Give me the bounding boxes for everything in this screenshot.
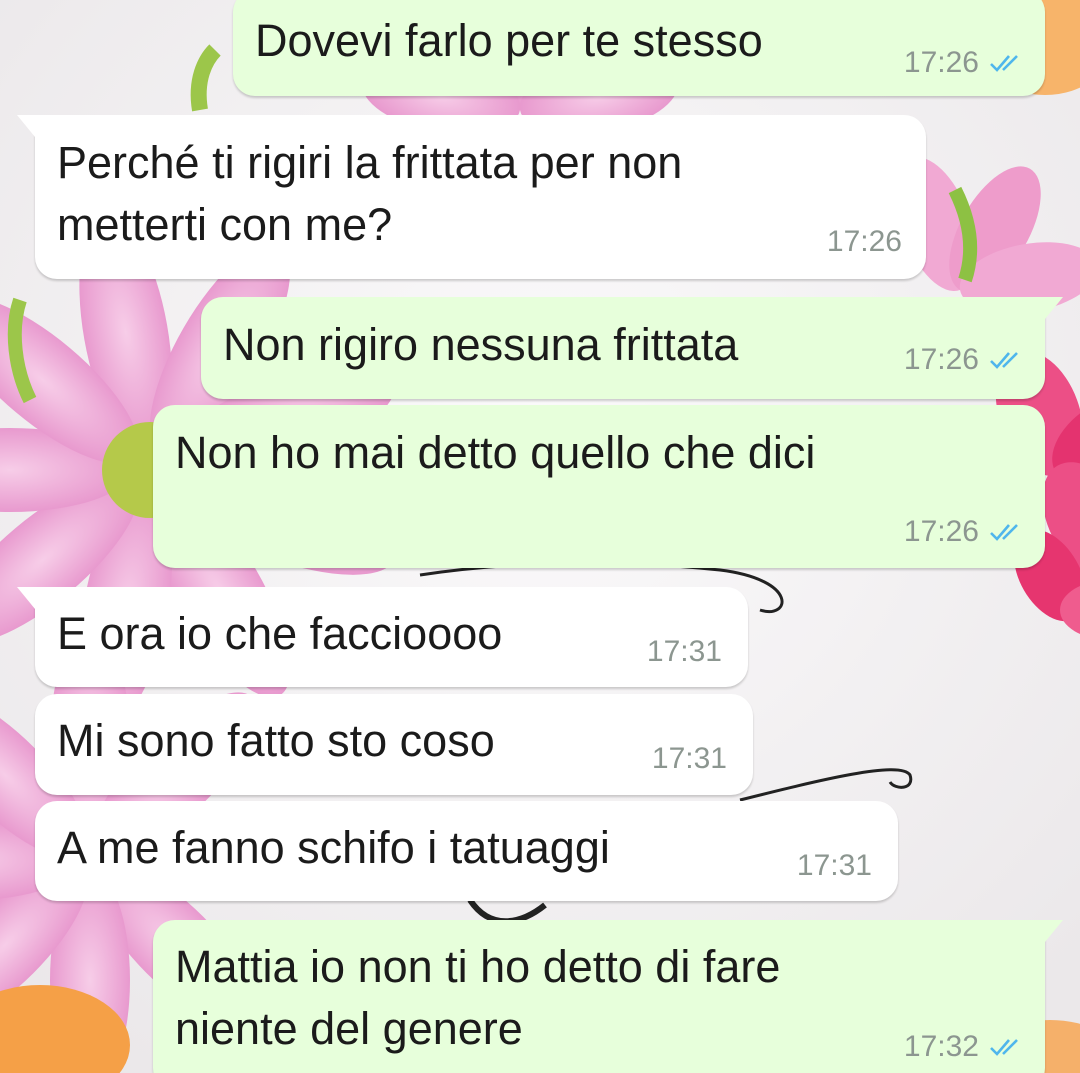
message-time: 17:26	[903, 343, 979, 376]
bubble-tail	[17, 587, 35, 609]
incoming-message-bubble[interactable]: A me fanno schifo i tatuaggi 17:31	[35, 801, 898, 901]
outgoing-message-bubble[interactable]: Non ho mai detto quello che dici 17:26	[153, 405, 1045, 568]
incoming-message-bubble[interactable]: E ora io che faccioooo 17:31	[17, 587, 748, 687]
message-text: Perché ti rigiri la frittata per non met…	[57, 137, 683, 250]
message-time: 17:31	[651, 742, 727, 775]
message-meta: 17:32	[904, 1030, 1025, 1064]
message-text: Non ho mai detto quello che dici	[175, 427, 816, 478]
message-text: E ora io che faccioooo	[57, 608, 503, 659]
incoming-message-bubble[interactable]: Mi sono fatto sto coso 17:31	[35, 694, 753, 795]
message-text: Non rigiro nessuna frittata	[223, 319, 739, 370]
message-time: 17:26	[903, 515, 979, 548]
message-meta: 17:31	[797, 849, 872, 883]
message-meta: 17:26	[904, 46, 1025, 80]
message-meta: 17:31	[647, 635, 722, 669]
message-time: 17:31	[646, 635, 722, 668]
double-check-read-icon	[990, 55, 1018, 72]
message-meta: 17:26	[827, 225, 902, 259]
message-text: Mi sono fatto sto coso	[57, 715, 495, 766]
message-text: Dovevi farlo per te stesso	[255, 15, 763, 66]
message-time: 17:32	[903, 1030, 979, 1063]
double-check-read-icon	[990, 352, 1018, 369]
incoming-message-bubble[interactable]: Perché ti rigiri la frittata per non met…	[17, 115, 926, 279]
outgoing-message-bubble[interactable]: Mattia io non ti ho detto di fare niente…	[153, 920, 1063, 1073]
double-check-read-icon	[990, 524, 1018, 541]
double-check-read-icon	[990, 1039, 1018, 1056]
chat-messages[interactable]: Dovevi farlo per te stesso 17:26 Perché …	[0, 0, 1080, 1073]
message-time: 17:31	[796, 849, 872, 882]
message-text: Mattia io non ti ho detto di fare niente…	[175, 941, 781, 1054]
message-text: A me fanno schifo i tatuaggi	[57, 822, 610, 873]
message-meta: 17:26	[904, 343, 1025, 377]
outgoing-message-bubble[interactable]: Non rigiro nessuna frittata 17:26	[201, 297, 1063, 399]
message-time: 17:26	[826, 225, 902, 258]
message-meta: 17:26	[904, 515, 1025, 549]
bubble-tail	[1045, 297, 1063, 319]
message-meta: 17:31	[652, 742, 727, 776]
message-time: 17:26	[903, 46, 979, 79]
bubble-tail	[1045, 920, 1063, 942]
bubble-tail	[17, 115, 35, 137]
outgoing-message-bubble[interactable]: Dovevi farlo per te stesso 17:26	[233, 0, 1045, 96]
